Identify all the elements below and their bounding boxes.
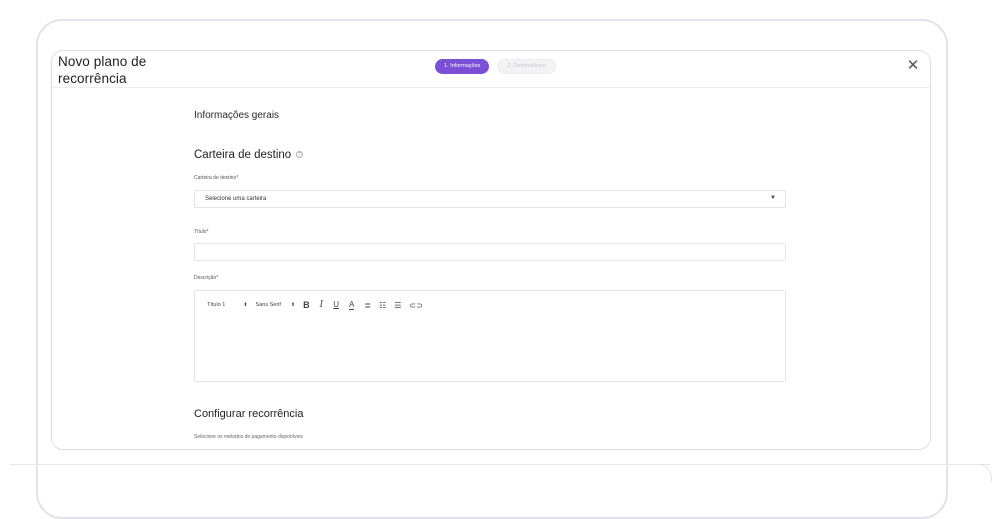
font-select[interactable]: Sans Serif bbox=[256, 302, 281, 308]
wallet-field-label: Carteira de destino* bbox=[194, 175, 239, 181]
laptop-base bbox=[10, 464, 990, 465]
wallet-heading: Carteira de destino? bbox=[194, 149, 304, 161]
recurrence-heading: Configurar recorrência bbox=[194, 408, 304, 420]
text-color-icon[interactable]: A bbox=[348, 300, 355, 310]
heading-select[interactable]: Título 1 bbox=[207, 302, 225, 308]
chevron-down-icon: ▼ bbox=[770, 195, 776, 201]
general-heading: Informações gerais bbox=[194, 110, 280, 121]
recurrence-plan-modal: Novo plano de recorrência 1. Informações… bbox=[51, 50, 931, 450]
recurrence-helper-text: Selecione os métodos de pagamento dispon… bbox=[194, 434, 303, 440]
help-icon[interactable]: ? bbox=[296, 151, 304, 158]
step-informacoes[interactable]: 1. Informações bbox=[435, 59, 490, 74]
title-field-label: Título* bbox=[194, 229, 209, 235]
underline-icon[interactable]: U bbox=[333, 300, 339, 310]
editor-toolbar: Título 1 ⬍ Sans Serif ⬍ B I U A ≣ ☷ ☰ ⊂⊃ bbox=[207, 300, 431, 310]
heading-select-arrows-icon[interactable]: ⬍ bbox=[243, 302, 247, 308]
description-field-label: Descrição* bbox=[194, 275, 219, 281]
ordered-list-icon[interactable]: ☷ bbox=[379, 301, 386, 310]
description-editor[interactable]: Título 1 ⬍ Sans Serif ⬍ B I U A ≣ ☷ ☰ ⊂⊃ bbox=[194, 290, 786, 382]
bold-icon[interactable]: B bbox=[303, 300, 310, 310]
wallet-select[interactable]: Selecione uma carteira ▼ bbox=[194, 190, 786, 208]
step-destinatarios[interactable]: 2. Destinatários bbox=[497, 59, 556, 74]
laptop-base-corner bbox=[940, 464, 992, 482]
wallet-select-value: Selecione uma carteira bbox=[205, 196, 267, 202]
modal-title: Novo plano de recorrência bbox=[58, 54, 147, 86]
font-select-arrows-icon[interactable]: ⬍ bbox=[291, 302, 295, 308]
close-icon[interactable]: ✕ bbox=[906, 58, 920, 73]
wallet-heading-text: Carteira de destino bbox=[194, 149, 292, 161]
italic-icon[interactable]: I bbox=[320, 300, 324, 310]
link-icon[interactable]: ⊂⊃ bbox=[409, 301, 422, 310]
align-icon[interactable]: ≣ bbox=[364, 301, 371, 310]
stepper: 1. Informações 2. Destinatários bbox=[435, 59, 556, 74]
title-input[interactable] bbox=[194, 243, 786, 261]
modal-header: Novo plano de recorrência 1. Informações… bbox=[52, 51, 930, 88]
bullet-list-icon[interactable]: ☰ bbox=[394, 301, 401, 310]
